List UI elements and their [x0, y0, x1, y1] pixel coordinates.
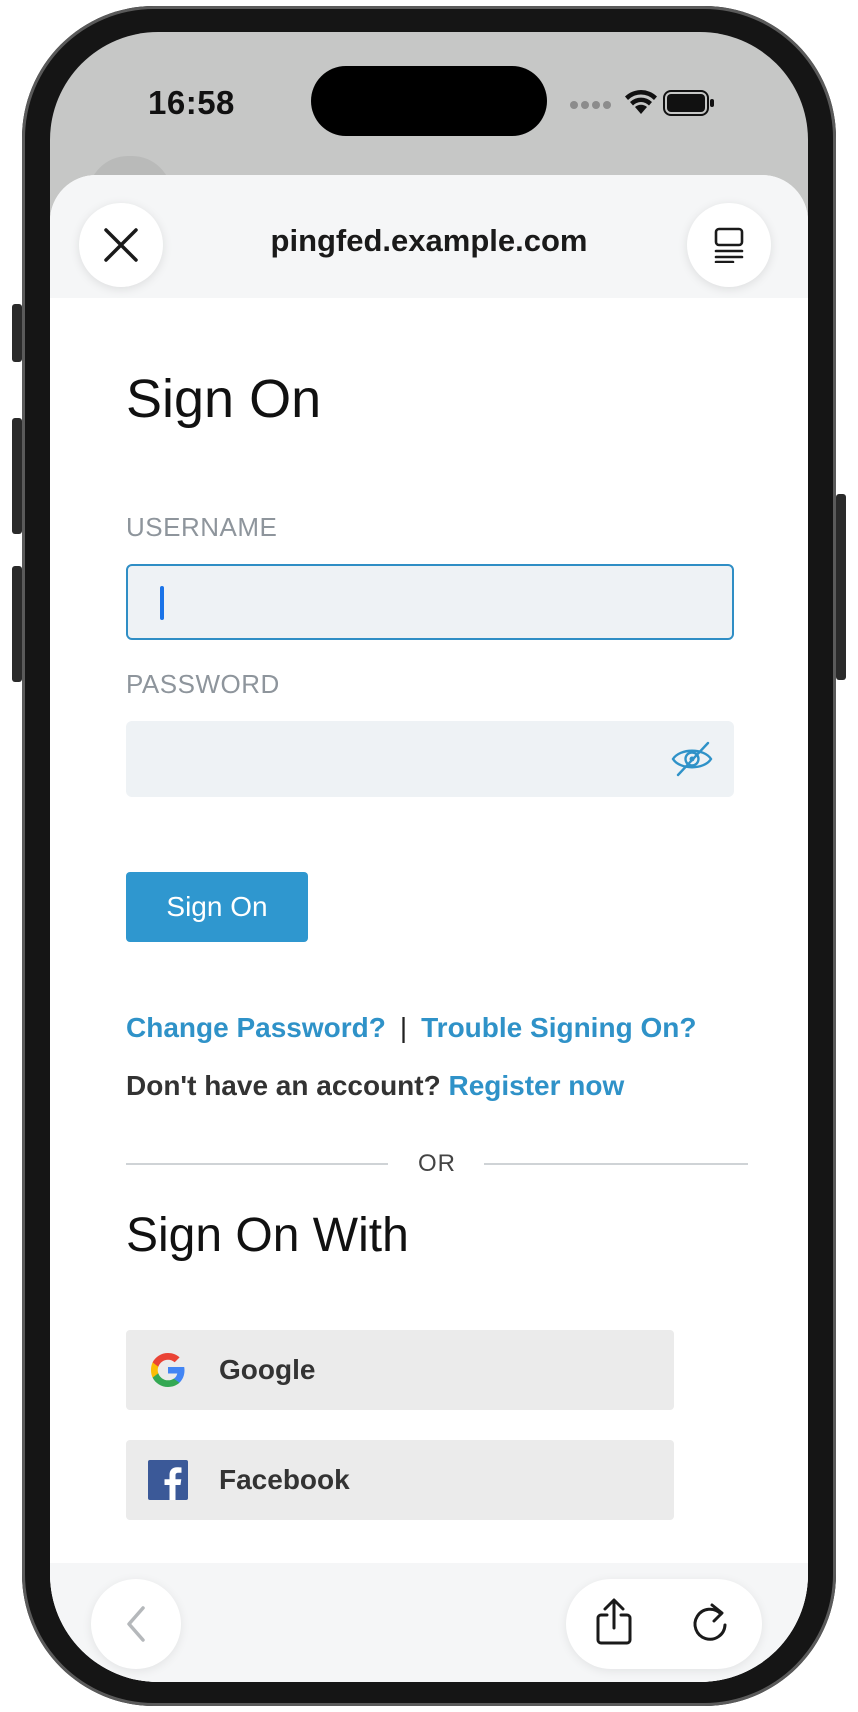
password-input[interactable] [126, 721, 734, 797]
reader-mode-icon [714, 227, 744, 263]
text-caret [160, 586, 164, 620]
google-sign-on-button[interactable]: Google [126, 1330, 674, 1410]
facebook-sign-on-button[interactable]: Facebook [126, 1440, 674, 1520]
page-content: Sign On USERNAME PASSWORD Sign On Change… [50, 298, 808, 1563]
trouble-signing-on-link[interactable]: Trouble Signing On? [421, 1012, 696, 1043]
chevron-left-icon [127, 1606, 145, 1642]
browser-toolbar [50, 1563, 808, 1682]
volume-down-button [12, 566, 22, 682]
reader-mode-button[interactable] [687, 203, 771, 287]
divider-line-right [484, 1163, 748, 1165]
status-icons [569, 86, 714, 120]
or-divider: OR [126, 1150, 748, 1180]
register-now-link[interactable]: Register now [448, 1070, 624, 1101]
status-bar: 16:58 [50, 32, 808, 182]
facebook-label: Facebook [219, 1464, 350, 1495]
or-text: OR [418, 1150, 456, 1177]
back-button[interactable] [91, 1579, 181, 1669]
username-field[interactable] [126, 564, 734, 640]
divider-line-left [126, 1163, 388, 1165]
dynamic-island [311, 66, 547, 136]
username-input[interactable] [128, 566, 732, 638]
social-sign-on-title: Sign On With [126, 1209, 409, 1262]
google-icon [151, 1353, 185, 1387]
help-links: Change Password? | Trouble Signing On? [126, 1012, 696, 1044]
power-button [836, 494, 846, 680]
reload-icon[interactable] [688, 1601, 732, 1645]
page-title: Sign On [126, 369, 322, 429]
screen: 16:58 pingfed.example.com Sign On USERNA… [50, 32, 808, 1682]
toolbar-actions [566, 1579, 762, 1669]
facebook-icon [148, 1460, 188, 1500]
browser-sheet: pingfed.example.com Sign On USERNAME PAS… [50, 175, 808, 1682]
no-account-text: Don't have an account? [126, 1070, 441, 1101]
wifi-icon [625, 90, 657, 114]
password-label: PASSWORD [126, 669, 280, 699]
battery-icon [663, 90, 714, 116]
share-icon[interactable] [592, 1597, 636, 1647]
browser-header: pingfed.example.com [50, 175, 808, 298]
action-button [12, 304, 22, 362]
volume-up-button [12, 418, 22, 534]
phone-frame: 16:58 pingfed.example.com Sign On USERNA… [22, 6, 836, 1706]
link-separator: | [399, 1012, 408, 1043]
show-password-eye-icon[interactable] [670, 737, 714, 781]
status-time: 16:58 [148, 84, 235, 121]
google-label: Google [219, 1354, 316, 1385]
register-line: Don't have an account? Register now [126, 1070, 624, 1102]
change-password-link[interactable]: Change Password? [126, 1012, 386, 1043]
signal-dots-icon [570, 101, 611, 109]
username-label: USERNAME [126, 512, 278, 542]
password-field[interactable] [126, 721, 734, 797]
sign-on-button[interactable]: Sign On [126, 872, 308, 942]
